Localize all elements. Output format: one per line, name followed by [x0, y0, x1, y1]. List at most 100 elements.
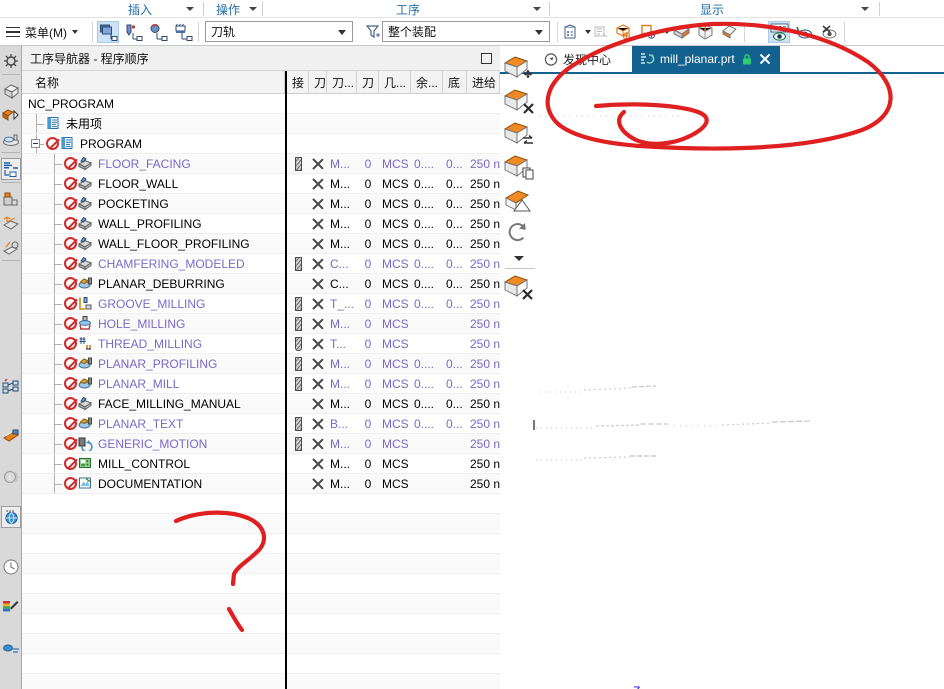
cell-c8: 250 n — [470, 294, 500, 313]
resource-part-navigator[interactable] — [1, 80, 21, 102]
column-splitter-handle[interactable] — [285, 71, 287, 94]
column-header-c5[interactable]: 几... — [379, 71, 411, 93]
table-row[interactable]: DOCUMENTATION M... 0 MCS 250 n — [22, 474, 500, 494]
operation-group-caret-icon[interactable] — [249, 7, 257, 11]
tree-connector — [54, 224, 62, 225]
table-row[interactable]: PROGRAM — [22, 134, 500, 154]
cell-name[interactable]: PLANAR_TEXT — [64, 414, 283, 433]
column-header-name[interactable]: 名称 — [30, 71, 285, 93]
insert-group-caret-icon[interactable] — [186, 7, 194, 11]
table-row[interactable]: PLANAR_DEBURRING C... 0 MCS 0.... 0... 250 n — [22, 274, 500, 294]
show-geometry-button[interactable] — [612, 21, 634, 43]
show-eye-button[interactable] — [793, 21, 815, 43]
display-mcs-button[interactable]: MCS — [768, 21, 790, 43]
table-row[interactable]: GENERIC_MOTION M... 0 MCS 250 n — [22, 434, 500, 454]
cell-name[interactable]: FACE_MILLING_MANUAL — [64, 394, 283, 413]
create-program-button[interactable] — [97, 21, 119, 43]
column-header-c4[interactable]: 刀 — [357, 71, 379, 93]
table-row[interactable]: FACE_MILLING_MANUAL M... 0 MCS 0.... 0... 250 … — [22, 394, 500, 414]
table-row[interactable]: PLANAR_MILL M... 0 MCS 0.... 0... 250 n — [22, 374, 500, 394]
pin-window-icon[interactable] — [481, 53, 492, 64]
resource-geometry-view[interactable] — [1, 212, 21, 234]
filter-button[interactable] — [362, 21, 384, 43]
table-row[interactable]: FLOOR_WALL M... 0 MCS 0.... 0... 250 n — [22, 174, 500, 194]
cell-name[interactable]: PLANAR_MILL — [64, 374, 283, 393]
table-row[interactable]: CHAMFERING_MODELED C... 0 MCS 0.... 0... 250 n — [22, 254, 500, 274]
create-geometry-button[interactable] — [147, 21, 169, 43]
name-column-splitter[interactable] — [285, 94, 287, 689]
machine-icon — [3, 134, 19, 146]
cell-name[interactable]: FLOOR_WALL — [64, 174, 283, 193]
resource-web-browser[interactable] — [1, 506, 21, 528]
table-row[interactable]: HOLE_MILLING M... 0 MCS 250 n — [22, 314, 500, 334]
cell-name[interactable]: WALL_FLOOR_PROFILING — [64, 234, 283, 253]
cell-name[interactable]: PLANAR_DEBURRING — [64, 274, 283, 293]
main-menu-button[interactable]: 菜单(M) — [6, 18, 78, 46]
resource-operation-navigator[interactable] — [1, 158, 21, 180]
column-header-tool[interactable]: 接 — [287, 71, 309, 93]
column-header-c3[interactable]: 刀... — [327, 71, 357, 93]
cell-name[interactable]: GENERIC_MOTION — [64, 434, 283, 453]
show-boundary-button[interactable] — [637, 21, 659, 43]
cell-c5: MCS — [382, 214, 414, 233]
table-row[interactable]: GROOVE_MILLING T_... 0 MCS 0.... 0... 250 n — [22, 294, 500, 314]
display-group-caret-icon[interactable] — [861, 7, 869, 11]
resource-assembly-navigator[interactable] — [1, 50, 21, 72]
cell-name[interactable]: PLANAR_PROFILING — [64, 354, 283, 373]
resource-palette[interactable] — [1, 596, 21, 618]
tool-view-icon — [2, 241, 19, 255]
table-row[interactable]: MILL_CONTROL M... 0 MCS 250 n — [22, 454, 500, 474]
table-row[interactable]: THREAD_MILLING T... 0 MCS 250 n — [22, 334, 500, 354]
resource-history[interactable]: i — [1, 466, 21, 488]
resource-system-scene[interactable] — [1, 638, 21, 660]
resource-machine-tool-navigator[interactable] — [1, 128, 21, 150]
row-label: MILL_CONTROL — [98, 456, 191, 471]
cell-name[interactable]: NC_PROGRAM — [28, 94, 283, 113]
process-group-caret-icon[interactable] — [533, 7, 541, 11]
hide-eye-button[interactable] — [818, 21, 840, 43]
tree-expander[interactable] — [31, 139, 40, 148]
cell-name[interactable]: DOCUMENTATION — [64, 474, 283, 493]
cell-name[interactable]: FLOOR_FACING — [64, 154, 283, 173]
cell-value: M... — [330, 316, 350, 331]
table-row[interactable]: FLOOR_FACING M... 0 MCS 0.... 0... 250 n — [22, 154, 500, 174]
cell-name[interactable]: CHAMFERING_MODELED — [64, 254, 283, 273]
cell-name[interactable]: PROGRAM — [46, 134, 283, 153]
surface-view-button[interactable] — [718, 21, 740, 43]
cell-name[interactable]: MILL_CONTROL — [64, 454, 283, 473]
cell-c8: 250 n — [470, 194, 500, 213]
table-row[interactable]: NC_PROGRAM — [22, 94, 500, 114]
cell-name[interactable]: THREAD_MILLING — [64, 334, 283, 353]
display-toolpath-button[interactable] — [560, 21, 582, 43]
resource-tool-view[interactable] — [1, 236, 21, 258]
table-row[interactable]: PLANAR_PROFILING M... 0 MCS 0.... 0... 250 n — [22, 354, 500, 374]
cell-name[interactable]: GROOVE_MILLING — [64, 294, 283, 313]
resource-recent-parts[interactable] — [1, 556, 21, 578]
resource-roles[interactable] — [1, 424, 21, 446]
table-row[interactable]: PLANAR_TEXT B... 0 MCS 0.... 0... 250 n — [22, 414, 500, 434]
create-tool-button[interactable] — [122, 21, 144, 43]
view-mode-select[interactable]: 刀轨 — [205, 21, 353, 42]
create-method-button[interactable] — [172, 21, 194, 43]
scope-select[interactable]: 整个装配 — [382, 21, 550, 42]
create-geometry-icon — [150, 23, 167, 41]
verify-toolpath-button[interactable] — [590, 21, 612, 43]
resource-reuse-library[interactable] — [1, 376, 21, 398]
table-row[interactable]: WALL_FLOOR_PROFILING M... 0 MCS 0.... 0... 250… — [22, 234, 500, 254]
cell-name[interactable]: WALL_PROFILING — [64, 214, 283, 233]
cell-name[interactable]: POCKETING — [64, 194, 283, 213]
operation-navigator-panel: 工序导航器 - 程序顺序 名称接刀刀... 刀几... 余... 底进给 NC_PRO… — [22, 46, 500, 689]
column-header-c6[interactable]: 余... — [411, 71, 443, 93]
cell-name[interactable]: 未用项 — [46, 114, 283, 133]
table-row[interactable]: 未用项 — [22, 114, 500, 134]
table-row[interactable]: POCKETING M... 0 MCS 0.... 0... 250 n — [22, 194, 500, 214]
cell-name[interactable]: HOLE_MILLING — [64, 314, 283, 333]
table-row[interactable]: WALL_PROFILING M... 0 MCS 0.... 0... 250 n — [22, 214, 500, 234]
resource-machine-setup[interactable] — [1, 188, 21, 210]
wireframe-view-button[interactable] — [694, 21, 716, 43]
column-header-c2[interactable]: 刀 — [309, 71, 327, 93]
column-header-c8[interactable]: 进给 — [467, 71, 500, 93]
resource-constraint-navigator[interactable] — [1, 104, 21, 126]
shaded-view-button[interactable] — [670, 21, 692, 43]
column-header-c7[interactable]: 底 — [443, 71, 467, 93]
